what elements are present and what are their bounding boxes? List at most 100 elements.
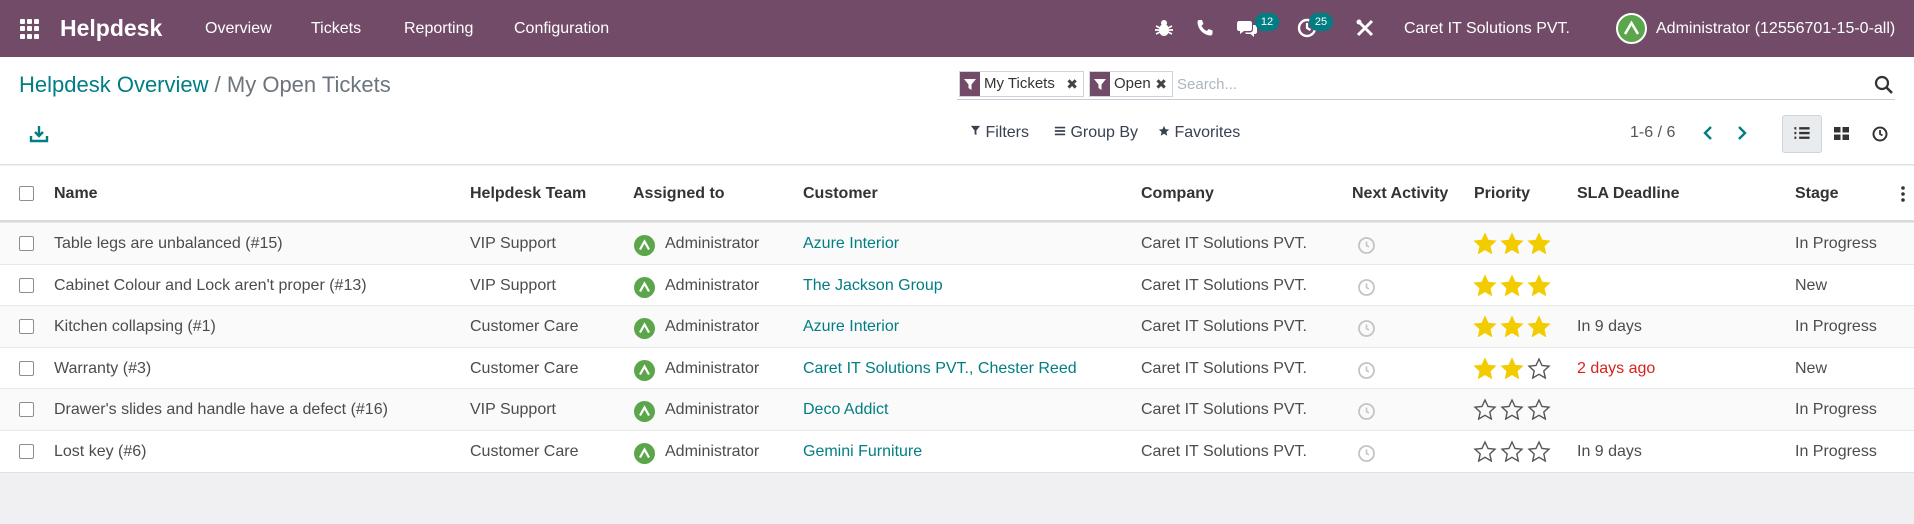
star-empty-icon[interactable]: [1499, 398, 1525, 421]
ticket-stage: New: [1795, 276, 1828, 294]
menu-configuration[interactable]: Configuration: [514, 0, 609, 57]
activity-clock-icon[interactable]: [1357, 444, 1376, 463]
filters-button[interactable]: Filters: [970, 121, 1029, 145]
activity-clock-icon[interactable]: [1357, 278, 1376, 297]
menu-reporting[interactable]: Reporting: [404, 0, 473, 57]
ticket-name[interactable]: Kitchen collapsing (#1): [54, 306, 216, 347]
ticket-customer[interactable]: Azure Interior: [803, 223, 899, 264]
row-checkbox[interactable]: [19, 360, 34, 376]
menu-tickets[interactable]: Tickets: [311, 0, 361, 57]
search-input[interactable]: [1177, 71, 1827, 97]
row-checkbox[interactable]: [19, 236, 34, 251]
ticket-stage: In Progress: [1795, 442, 1877, 460]
table-row[interactable]: Lost key (#6) Customer Care Administrator G…: [0, 429, 1914, 472]
table-row[interactable]: Cabinet Colour and Lock aren't proper (#…: [0, 263, 1914, 306]
star-filled-icon[interactable]: [1499, 315, 1525, 338]
priority-stars[interactable]: [1472, 398, 1553, 425]
ticket-stage: In Progress: [1795, 235, 1877, 252]
ticket-customer[interactable]: Gemini Furniture: [803, 431, 922, 472]
remove-facet-icon[interactable]: ✖: [1066, 72, 1078, 96]
priority-stars[interactable]: [1472, 357, 1553, 384]
kanban-view-button[interactable]: [1822, 115, 1862, 153]
row-checkbox[interactable]: [19, 443, 34, 459]
priority-stars[interactable]: [1472, 440, 1553, 467]
star-empty-icon[interactable]: [1526, 398, 1552, 421]
priority-stars[interactable]: [1472, 315, 1553, 342]
company-switcher[interactable]: Caret IT Solutions PVT.: [1404, 0, 1570, 57]
star-filled-icon[interactable]: [1526, 273, 1552, 296]
column-priority[interactable]: Priority: [1474, 166, 1530, 222]
breadcrumb-parent[interactable]: Helpdesk Overview: [19, 72, 209, 97]
table-row[interactable]: Warranty (#3) Customer Care Administrator C…: [0, 346, 1914, 389]
star-filled-icon[interactable]: [1526, 315, 1552, 338]
user-menu[interactable]: Administrator (12556701-15-0-all): [1656, 0, 1895, 57]
star-empty-icon[interactable]: [1526, 440, 1552, 462]
column-next-activity[interactable]: Next Activity: [1352, 166, 1448, 222]
phone-icon[interactable]: [1193, 16, 1217, 40]
menu-overview[interactable]: Overview: [205, 0, 272, 57]
select-all-checkbox[interactable]: [19, 186, 34, 201]
ticket-customer[interactable]: Caret IT Solutions PVT., Chester Reed: [803, 348, 1077, 389]
pager-value[interactable]: 1-6 / 6: [1630, 121, 1675, 145]
star-filled-icon[interactable]: [1526, 232, 1552, 254]
column-company[interactable]: Company: [1141, 166, 1214, 222]
star-filled-icon[interactable]: [1499, 232, 1525, 254]
column-helpdesk-team[interactable]: Helpdesk Team: [470, 166, 586, 222]
column-sla-deadline[interactable]: SLA Deadline: [1577, 166, 1680, 222]
star-filled-icon[interactable]: [1472, 232, 1498, 254]
apps-menu-icon[interactable]: [20, 19, 40, 39]
star-empty-icon[interactable]: [1472, 398, 1498, 421]
ticket-name[interactable]: Drawer's slides and handle have a defect…: [54, 389, 388, 430]
star-filled-icon[interactable]: [1499, 273, 1525, 296]
row-checkbox[interactable]: [19, 277, 34, 293]
favorites-button[interactable]: Favorites: [1158, 121, 1240, 145]
activity-clock-icon[interactable]: [1357, 319, 1376, 338]
search-icon[interactable]: [1873, 74, 1895, 96]
column-options-icon[interactable]: [1900, 184, 1906, 204]
activity-clock-icon[interactable]: [1357, 402, 1376, 421]
previous-page-icon[interactable]: [1698, 121, 1718, 145]
table-row[interactable]: Table legs are unbalanced (#15) VIP Suppo…: [0, 222, 1914, 264]
row-checkbox[interactable]: [19, 402, 34, 418]
tickets-table: Name Helpdesk Team Assigned to Customer …: [0, 166, 1914, 473]
column-stage[interactable]: Stage: [1795, 166, 1839, 222]
facet-label: Open: [1114, 75, 1151, 92]
user-avatar[interactable]: [1616, 13, 1647, 44]
bug-icon[interactable]: [1152, 16, 1176, 40]
star-empty-icon[interactable]: [1472, 440, 1498, 462]
activity-clock-icon[interactable]: [1357, 361, 1376, 380]
ticket-name[interactable]: Table legs are unbalanced (#15): [54, 223, 283, 264]
tools-icon[interactable]: [1353, 16, 1377, 40]
app-brand[interactable]: Helpdesk: [60, 0, 162, 57]
next-page-icon[interactable]: [1732, 121, 1752, 145]
table-row[interactable]: Drawer's slides and handle have a defect…: [0, 388, 1914, 430]
ticket-name[interactable]: Warranty (#3): [54, 348, 151, 389]
table-row[interactable]: Kitchen collapsing (#1) Customer Care Admi…: [0, 305, 1914, 347]
column-assigned-to[interactable]: Assigned to: [633, 166, 725, 222]
group-by-button[interactable]: Group By: [1054, 121, 1138, 145]
ticket-name[interactable]: Lost key (#6): [54, 431, 146, 472]
star-filled-icon[interactable]: [1472, 357, 1498, 379]
remove-facet-icon[interactable]: ✖: [1155, 72, 1167, 96]
column-customer[interactable]: Customer: [803, 166, 878, 222]
star-empty-icon[interactable]: [1526, 357, 1552, 379]
star-filled-icon[interactable]: [1499, 357, 1525, 379]
filter-icon: [960, 72, 980, 96]
list-view-button[interactable]: [1782, 115, 1822, 153]
activity-view-button[interactable]: [1860, 115, 1900, 153]
assignee-avatar: [634, 401, 655, 423]
star-filled-icon[interactable]: [1472, 273, 1498, 296]
ticket-name[interactable]: Cabinet Colour and Lock aren't proper (#…: [54, 265, 367, 306]
ticket-customer[interactable]: The Jackson Group: [803, 265, 943, 306]
ticket-customer[interactable]: Azure Interior: [803, 306, 899, 347]
download-icon[interactable]: [28, 123, 50, 145]
star-empty-icon[interactable]: [1499, 440, 1525, 462]
priority-stars[interactable]: [1472, 232, 1553, 259]
star-filled-icon[interactable]: [1472, 315, 1498, 338]
activity-clock-icon[interactable]: [1357, 236, 1376, 255]
control-panel: Helpdesk Overview / My Open Tickets My T…: [0, 57, 1914, 165]
row-checkbox[interactable]: [19, 319, 34, 335]
ticket-customer[interactable]: Deco Addict: [803, 389, 888, 430]
priority-stars[interactable]: [1472, 273, 1553, 301]
column-name[interactable]: Name: [54, 166, 98, 222]
